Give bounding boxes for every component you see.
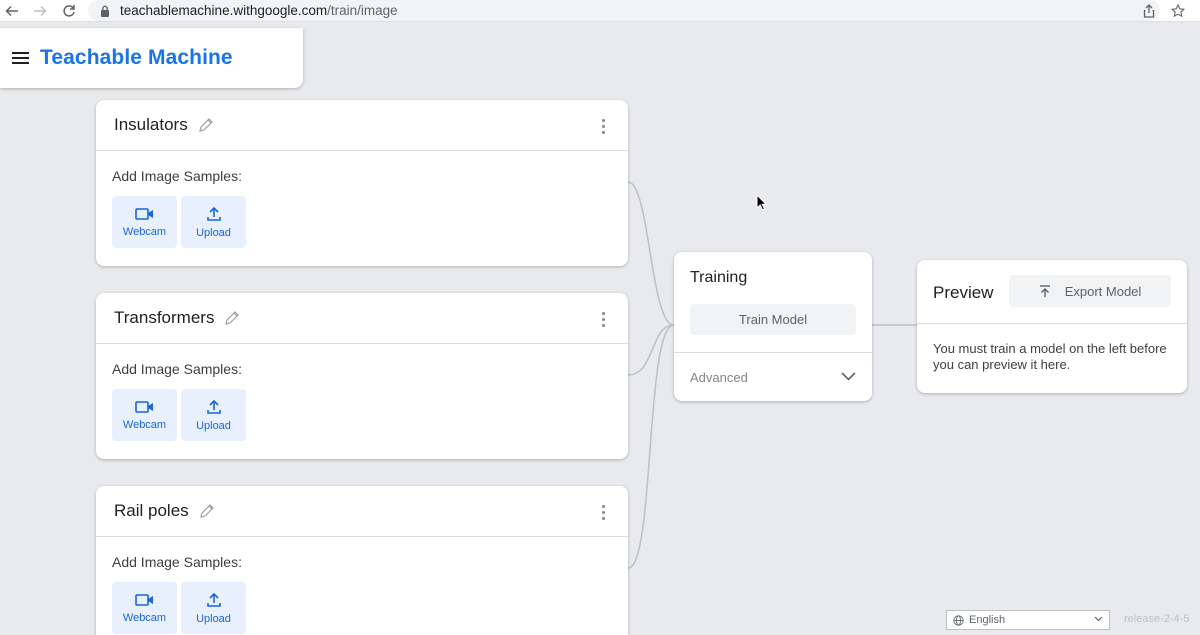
export-model-button[interactable]: Export Model [1009, 275, 1171, 307]
webcam-icon [134, 400, 153, 413]
webcam-button[interactable]: Webcam [112, 389, 177, 441]
webcam-icon [134, 207, 153, 220]
add-samples-label: Add Image Samples: [112, 554, 242, 570]
language-value: English [969, 614, 1006, 626]
release-version: release-2-4-5 [1124, 613, 1190, 625]
upload-icon [206, 592, 221, 607]
export-model-label: Export Model [1064, 283, 1142, 299]
more-options-icon[interactable] [602, 119, 606, 134]
preview-card: Preview Export Model You must train a mo… [917, 260, 1187, 393]
edit-pencil-icon[interactable] [199, 503, 215, 519]
training-card: Training Train Model Advanced [674, 252, 872, 401]
add-samples-label: Add Image Samples: [112, 361, 242, 377]
globe-icon [953, 614, 964, 626]
class-card-rail-poles: Rail poles Add Image Samples: Webcam Upl… [96, 486, 628, 635]
edit-pencil-icon[interactable] [198, 117, 214, 133]
webcam-label: Webcam [122, 418, 167, 431]
upload-button[interactable]: Upload [181, 196, 246, 248]
webcam-label: Webcam [122, 611, 167, 624]
training-title: Training [690, 269, 748, 286]
edit-pencil-icon[interactable] [224, 310, 240, 326]
upload-button[interactable]: Upload [181, 389, 246, 441]
upload-label: Upload [196, 226, 231, 239]
class-card-insulators: Insulators Add Image Samples: Webcam Upl… [96, 100, 628, 266]
train-model-button[interactable]: Train Model [690, 304, 856, 335]
preview-message: You must train a model on the left befor… [933, 341, 1167, 372]
preview-title: Preview [933, 283, 994, 302]
divider [917, 323, 1187, 324]
upload-label: Upload [196, 419, 231, 432]
upload-label: Upload [196, 612, 231, 625]
export-icon [1039, 284, 1050, 297]
chevron-down-icon [1094, 616, 1103, 622]
upload-button[interactable]: Upload [181, 582, 246, 634]
mouse-cursor-icon [756, 194, 768, 211]
language-select[interactable]: English [946, 610, 1110, 630]
upload-icon [206, 399, 221, 414]
class-name[interactable]: Transformers [114, 308, 214, 328]
webcam-label: Webcam [122, 225, 167, 238]
webcam-icon [134, 593, 153, 606]
class-name[interactable]: Insulators [114, 115, 188, 135]
webcam-button[interactable]: Webcam [112, 196, 177, 248]
webcam-button[interactable]: Webcam [112, 582, 177, 634]
class-card-header: Insulators [96, 100, 628, 151]
chevron-down-icon[interactable] [841, 371, 856, 381]
advanced-toggle-label[interactable]: Advanced [690, 370, 748, 385]
class-card-transformers: Transformers Add Image Samples: Webcam U… [96, 293, 628, 459]
upload-icon [206, 206, 221, 221]
divider [674, 352, 872, 353]
class-card-header: Rail poles [96, 486, 628, 537]
class-card-header: Transformers [96, 293, 628, 344]
more-options-icon[interactable] [602, 312, 606, 327]
add-samples-label: Add Image Samples: [112, 168, 242, 184]
class-name[interactable]: Rail poles [114, 501, 189, 521]
more-options-icon[interactable] [602, 505, 606, 520]
